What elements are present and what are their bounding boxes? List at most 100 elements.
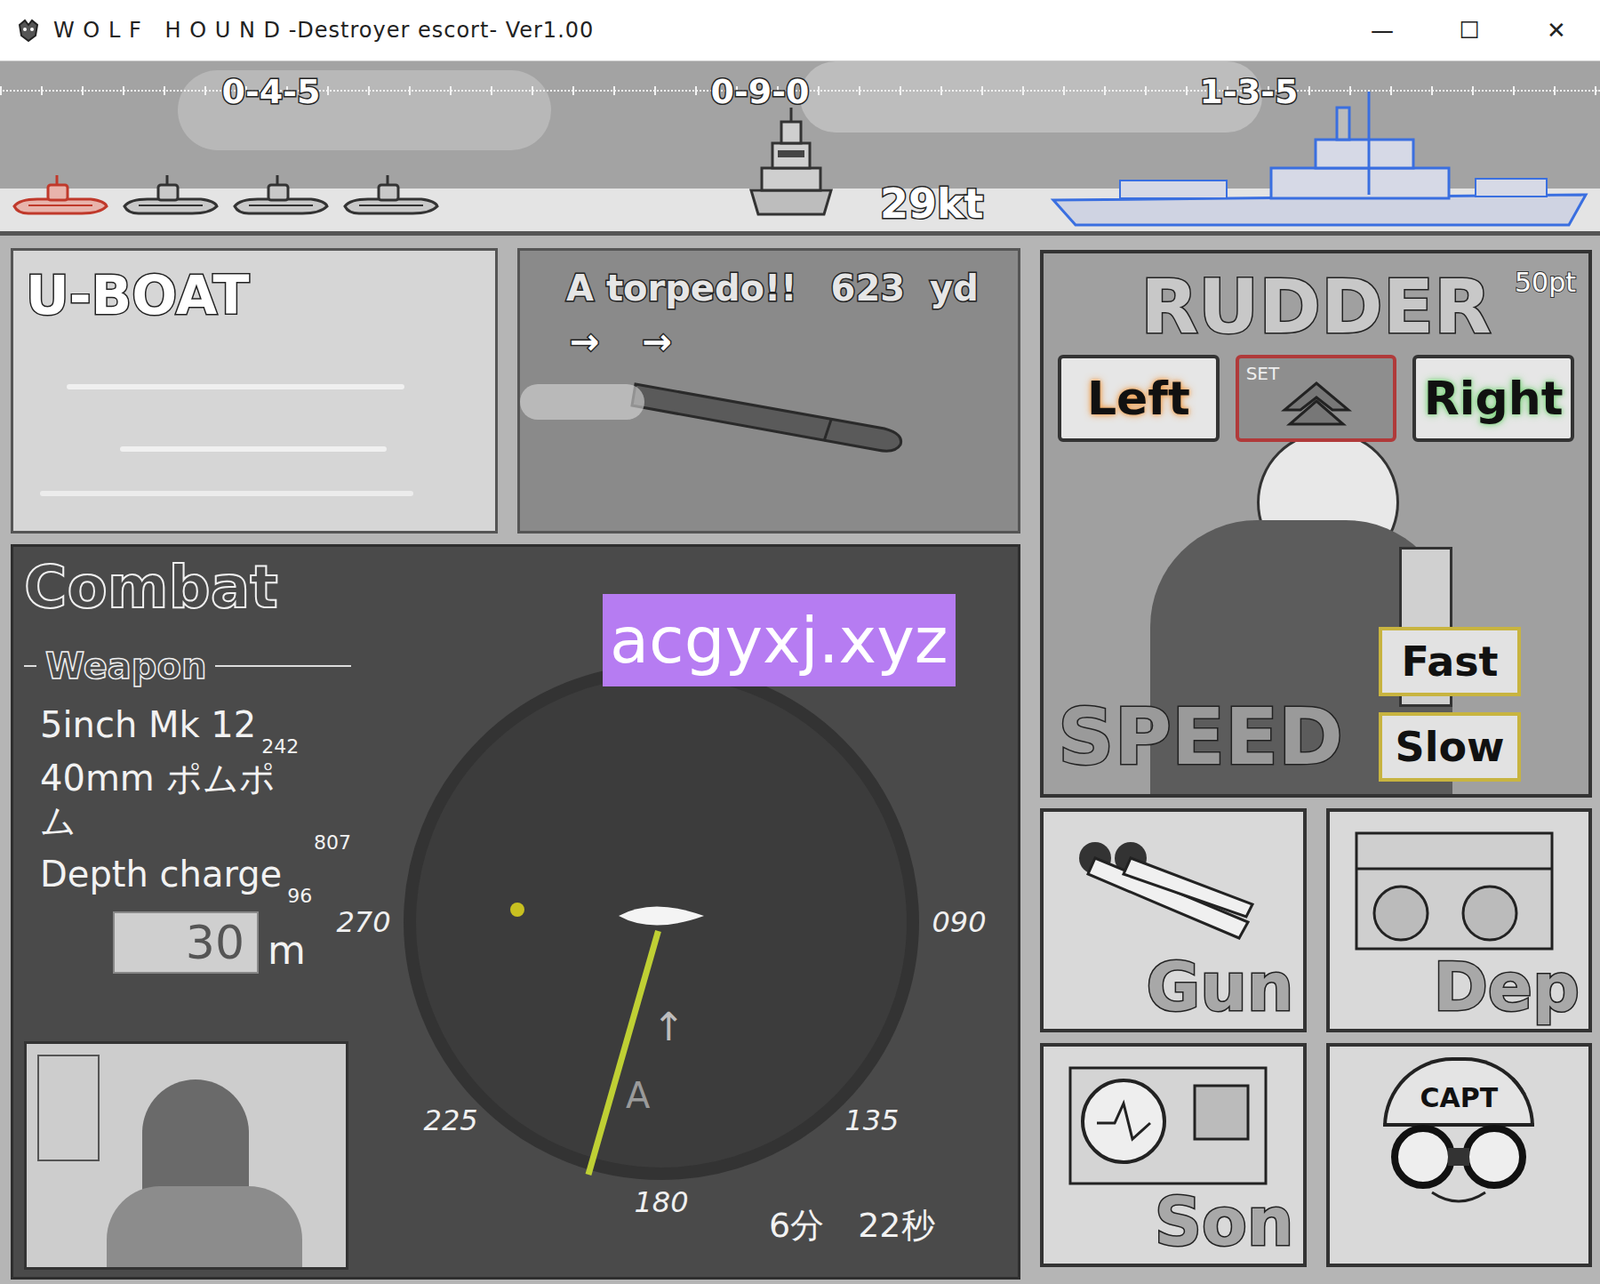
sonar-button[interactable]: Son bbox=[1040, 1042, 1307, 1267]
bearing-label: 225 bbox=[424, 1098, 479, 1142]
weapon-row[interactable]: 40mm ポムポム807 bbox=[24, 756, 352, 842]
rudder-header: RUDDER bbox=[1057, 264, 1575, 350]
combat-title: Combat bbox=[24, 552, 352, 624]
weapon-ammo: 807 bbox=[313, 831, 352, 855]
wolf-logo-icon bbox=[16, 17, 41, 43]
destroyer-icon bbox=[742, 105, 840, 217]
wave bbox=[40, 490, 414, 496]
panel bbox=[37, 1054, 100, 1161]
heading-arrow-icon: ↑ bbox=[652, 997, 686, 1056]
weapon-row[interactable]: 5inch Mk 12242 bbox=[24, 703, 352, 746]
window-title: W O L F H O U N D -Destroyer escort- Ver… bbox=[53, 14, 594, 47]
weapon-row[interactable]: Depth charge96 bbox=[24, 852, 352, 896]
wave bbox=[66, 384, 405, 390]
right-column: RUDDER 50pt Left SET Right SPEED Fast Slow Gun De… bbox=[1040, 248, 1592, 1280]
speed-title: SPEED bbox=[1057, 692, 1344, 782]
rudder-title: RUDDER bbox=[1140, 264, 1491, 350]
figure bbox=[106, 1185, 303, 1270]
set-label: SET bbox=[1246, 360, 1280, 387]
watermark: acgyxj.xyz bbox=[602, 593, 956, 687]
fleet-strip: 0-4-5 0-9-0 1-3-5 29kt bbox=[0, 61, 1600, 236]
uboat-icon bbox=[341, 172, 441, 223]
torpedo-alert-view: A torpedo!!623yd→→ bbox=[517, 248, 1021, 534]
sonar-console-icon bbox=[1061, 1058, 1275, 1192]
speed-readout: 29kt bbox=[880, 173, 984, 235]
depth-row: 30m bbox=[24, 911, 352, 974]
rudder-option-label: Right bbox=[1424, 363, 1564, 433]
uboat-icon bbox=[120, 172, 221, 223]
action-grid: Gun Dep Son CAPT bbox=[1040, 808, 1592, 1267]
wave bbox=[120, 446, 387, 452]
bearing-label: 180 bbox=[633, 1180, 688, 1224]
alert-unit: yd bbox=[929, 261, 979, 315]
bearing-label: 135 bbox=[844, 1098, 899, 1142]
speed-buttons: Fast Slow bbox=[1378, 626, 1521, 782]
mission-timer: 6分 22秒 bbox=[768, 1200, 936, 1251]
rudder-panel: RUDDER 50pt Left SET Right SPEED Fast Slow bbox=[1040, 249, 1592, 798]
compass-bearing: 1-3-5 bbox=[1196, 66, 1303, 118]
action-label: Son bbox=[1154, 1183, 1295, 1260]
depth-charge-rack-icon bbox=[1347, 824, 1561, 958]
uboat-view: U-BOAT bbox=[10, 248, 498, 534]
weapon-ammo: 242 bbox=[261, 735, 299, 759]
left-column: U-BOATA torpedo!!623yd→→CombatWeapon5inc… bbox=[10, 248, 1021, 1280]
bearing-label: 090 bbox=[931, 900, 986, 944]
bearing-label: 270 bbox=[336, 900, 391, 944]
captain-binoculars-icon bbox=[1369, 1120, 1548, 1219]
sonar-marker: A bbox=[625, 1068, 650, 1122]
depth-charge-button[interactable]: Dep bbox=[1326, 808, 1593, 1032]
rudder-set-button[interactable]: SET bbox=[1235, 354, 1398, 442]
window-controls: —☐✕ bbox=[1338, 0, 1600, 61]
uboat-list bbox=[10, 172, 441, 223]
alert-text: A torpedo!! bbox=[566, 261, 798, 315]
title-bar: W O L F H O U N D -Destroyer escort- Ver… bbox=[0, 0, 1600, 62]
weapon-header-text: Weapon bbox=[45, 639, 207, 693]
rudder-left-button[interactable]: Left bbox=[1057, 354, 1220, 442]
rule bbox=[215, 664, 352, 667]
torpedo-icon bbox=[626, 366, 912, 464]
depth-unit: m bbox=[267, 927, 306, 974]
rule bbox=[24, 664, 37, 667]
close-button[interactable]: ✕ bbox=[1512, 0, 1600, 61]
weapon-name: 5inch Mk 12 bbox=[40, 703, 256, 746]
compass-bearing: 0-4-5 bbox=[218, 66, 325, 118]
rudder-straight-arrow-icon bbox=[1280, 379, 1352, 430]
action-label: Dep bbox=[1432, 948, 1580, 1025]
captain-button[interactable]: CAPT bbox=[1326, 1042, 1593, 1267]
speed-slow-button[interactable]: Slow bbox=[1378, 712, 1521, 782]
minimize-button[interactable]: — bbox=[1338, 0, 1426, 61]
uboat-view-title: U-BOAT bbox=[25, 263, 483, 328]
depth-input[interactable]: 30 bbox=[112, 911, 259, 974]
cloud bbox=[800, 61, 1263, 133]
combat-panel: CombatWeapon5inch Mk 1224240mm ポムポム807De… bbox=[10, 544, 1021, 1280]
wake bbox=[520, 384, 645, 420]
captain-helmet: CAPT bbox=[1383, 1056, 1535, 1127]
captain-figure: CAPT bbox=[1329, 1046, 1590, 1264]
action-label: Gun bbox=[1145, 948, 1294, 1025]
sonar-operator-picture bbox=[24, 1040, 349, 1270]
convoy-ship-icon bbox=[1048, 91, 1592, 230]
gun-button[interactable]: Gun bbox=[1040, 808, 1307, 1032]
own-ship-icon bbox=[616, 896, 706, 935]
speed-fast-button[interactable]: Fast bbox=[1378, 626, 1521, 696]
arrow-icon: → bbox=[569, 314, 600, 368]
rudder-controls: Left SET Right bbox=[1057, 354, 1575, 442]
compass-bearing: 0-9-0 bbox=[707, 66, 814, 118]
main-area: U-BOATA torpedo!!623yd→→CombatWeapon5inc… bbox=[0, 235, 1600, 1280]
rudder-option-label: Left bbox=[1087, 363, 1191, 433]
alert-row: A torpedo!! 623 yd bbox=[566, 261, 1008, 315]
alert-arrows: →→ bbox=[566, 314, 1008, 368]
view-row: U-BOATA torpedo!!623yd→→ bbox=[10, 248, 1021, 534]
alert-range: 623 bbox=[831, 261, 906, 315]
rudder-right-button[interactable]: Right bbox=[1412, 354, 1575, 442]
arrow-icon: → bbox=[642, 314, 673, 368]
speed-row: SPEED Fast Slow bbox=[1057, 626, 1575, 782]
weapon-ammo: 96 bbox=[287, 884, 312, 908]
uboat-icon bbox=[10, 172, 111, 223]
points: 50pt bbox=[1514, 262, 1576, 303]
sonar-scope: 270090225135180↑A bbox=[359, 592, 964, 1251]
weapon-column: CombatWeapon5inch Mk 1224240mm ポムポム807De… bbox=[13, 546, 352, 1277]
weapon-name: 40mm ポムポム bbox=[40, 756, 309, 842]
maximize-button[interactable]: ☐ bbox=[1425, 0, 1513, 61]
weapon-header: Weapon bbox=[24, 639, 352, 693]
